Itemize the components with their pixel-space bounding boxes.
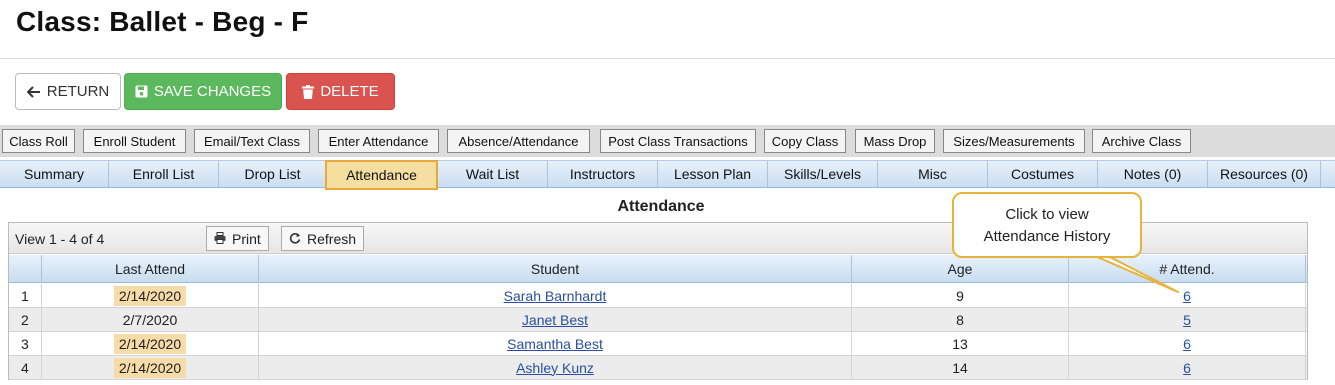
records-count: View 1 - 4 of 4 [15, 231, 105, 247]
table-row: 4 2/14/2020 Ashley Kunz 14 6 [9, 356, 1307, 380]
attend-count-link[interactable]: 6 [1183, 360, 1191, 376]
return-button[interactable]: RETURN [15, 73, 121, 110]
attend-count-cell: 6 [1069, 284, 1306, 307]
row-number: 2 [9, 308, 42, 331]
email-text-class-button[interactable]: Email/Text Class [194, 129, 310, 153]
age-cell: 13 [852, 332, 1069, 355]
title-divider [0, 58, 1335, 59]
tab-drop-list[interactable]: Drop List [219, 161, 327, 187]
delete-label: DELETE [320, 83, 379, 100]
trash-icon [302, 84, 315, 99]
print-label: Print [232, 230, 261, 247]
attend-count-link[interactable]: 6 [1183, 336, 1191, 352]
attend-count-cell: 6 [1069, 356, 1306, 379]
callout-line-1: Click to view [1005, 206, 1089, 223]
tab-summary[interactable]: Summary [0, 161, 109, 187]
page-title: Class: Ballet - Beg - F [16, 6, 309, 37]
mass-drop-button[interactable]: Mass Drop [855, 129, 935, 153]
table-row: 1 2/14/2020 Sarah Barnhardt 9 6 [9, 284, 1307, 308]
student-link[interactable]: Sarah Barnhardt [504, 288, 607, 304]
archive-class-button[interactable]: Archive Class [1092, 129, 1191, 153]
copy-class-button[interactable]: Copy Class [764, 129, 846, 153]
student-cell: Janet Best [259, 308, 852, 331]
last-attend-value: 2/14/2020 [113, 285, 187, 306]
attend-count-link[interactable]: 5 [1183, 312, 1191, 328]
last-attend-header[interactable]: Last Attend [42, 255, 259, 283]
refresh-icon [289, 231, 301, 247]
callout-line-2: Attendance History [983, 228, 1111, 245]
student-cell: Samantha Best [259, 332, 852, 355]
age-header[interactable]: Age [852, 255, 1069, 283]
tab-wait-list[interactable]: Wait List [438, 161, 548, 187]
table-row: 3 2/14/2020 Samantha Best 13 6 [9, 332, 1307, 356]
return-label: RETURN [46, 83, 110, 100]
attend-count-link[interactable]: 6 [1183, 288, 1191, 304]
last-attend-cell: 2/14/2020 [42, 356, 259, 379]
tab-instructors[interactable]: Instructors [548, 161, 658, 187]
print-button[interactable]: Print [206, 226, 269, 251]
row-number-header [9, 255, 42, 283]
refresh-button[interactable]: Refresh [281, 226, 365, 251]
attend-count-header[interactable]: # Attend. [1069, 255, 1306, 283]
arrow-left-icon [26, 85, 41, 98]
printer-icon [214, 231, 226, 247]
tab-costumes[interactable]: Costumes [988, 161, 1098, 187]
delete-button[interactable]: DELETE [286, 73, 395, 110]
row-number: 4 [9, 356, 42, 379]
tab-misc[interactable]: Misc [878, 161, 988, 187]
class-actions-bar: Class Roll Enroll Student Email/Text Cla… [0, 125, 1335, 157]
attend-count-cell: 6 [1069, 332, 1306, 355]
tab-enroll-list[interactable]: Enroll List [109, 161, 219, 187]
row-number: 3 [9, 332, 42, 355]
tab-resources[interactable]: Resources (0) [1208, 161, 1321, 187]
student-link[interactable]: Samantha Best [507, 336, 603, 352]
tab-skills-levels[interactable]: Skills/Levels [768, 161, 878, 187]
enter-attendance-button[interactable]: Enter Attendance [318, 129, 439, 153]
attend-count-cell: 5 [1069, 308, 1306, 331]
class-roll-button[interactable]: Class Roll [2, 129, 75, 153]
last-attend-cell: 2/14/2020 [42, 332, 259, 355]
last-attend-cell: 2/14/2020 [42, 284, 259, 307]
student-cell: Sarah Barnhardt [259, 284, 852, 307]
post-class-transactions-button[interactable]: Post Class Transactions [600, 129, 756, 153]
student-link[interactable]: Janet Best [522, 312, 588, 328]
tab-bar: Summary Enroll List Drop List Attendance… [0, 160, 1335, 190]
last-attend-value: 2/7/2020 [122, 311, 178, 328]
sizes-measurements-button[interactable]: Sizes/Measurements [943, 129, 1085, 153]
last-attend-value: 2/14/2020 [113, 357, 187, 378]
tab-attendance[interactable]: Attendance [325, 160, 438, 190]
age-cell: 9 [852, 284, 1069, 307]
grid-header: Last Attend Student Age # Attend. [9, 255, 1307, 283]
age-cell: 8 [852, 308, 1069, 331]
last-attend-cell: 2/7/2020 [42, 308, 259, 331]
floppy-disk-icon [135, 85, 148, 98]
student-link[interactable]: Ashley Kunz [516, 360, 594, 376]
enroll-student-button[interactable]: Enroll Student [83, 129, 186, 153]
save-changes-label: SAVE CHANGES [153, 83, 272, 100]
tab-lesson-plan[interactable]: Lesson Plan [658, 161, 768, 187]
tab-notes[interactable]: Notes (0) [1098, 161, 1208, 187]
refresh-label: Refresh [307, 230, 357, 247]
absence-attendance-button[interactable]: Absence/Attendance [447, 129, 590, 153]
last-attend-value: 2/14/2020 [113, 333, 187, 354]
age-cell: 14 [852, 356, 1069, 379]
student-header[interactable]: Student [259, 255, 852, 283]
callout-tooltip: Click to view Attendance History [952, 192, 1142, 258]
row-number: 1 [9, 284, 42, 307]
save-changes-button[interactable]: SAVE CHANGES [124, 73, 282, 110]
student-cell: Ashley Kunz [259, 356, 852, 379]
table-row: 2 2/7/2020 Janet Best 8 5 [9, 308, 1307, 332]
